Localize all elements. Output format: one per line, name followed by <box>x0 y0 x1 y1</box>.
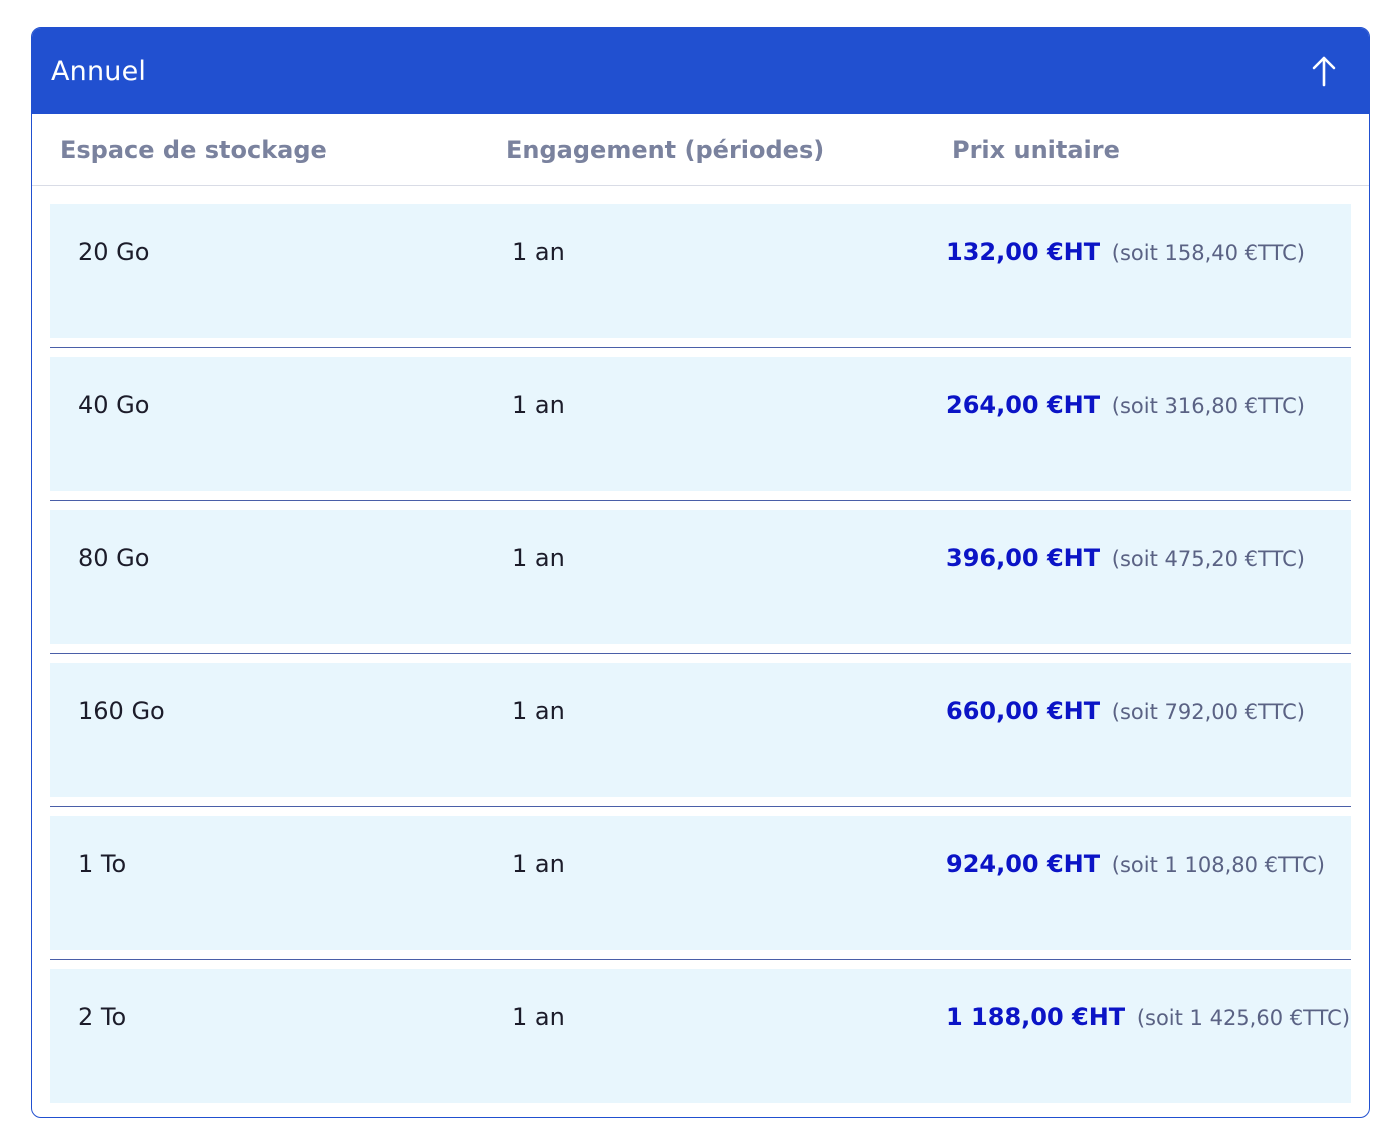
column-header-engagement: Engagement (périodes) <box>506 135 825 164</box>
cell-price: 132,00 €HT (soit 158,40 €TTC) <box>918 238 1305 266</box>
cell-price: 264,00 €HT (soit 316,80 €TTC) <box>918 391 1305 419</box>
cell-engagement: 1 an <box>512 850 565 878</box>
cell-price: 1 188,00 €HT (soit 1 425,60 €TTC) <box>918 1003 1350 1031</box>
row-divider <box>50 491 1351 510</box>
pricing-panel: Annuel Espace de stockage Engagement (pé… <box>31 27 1370 1118</box>
table-row: 1 To 1 an 924,00 €HT (soit 1 108,80 €TTC… <box>50 816 1351 950</box>
cell-engagement: 1 an <box>512 697 565 725</box>
row-divider <box>50 338 1351 357</box>
price-ht: 1 188,00 €HT <box>946 1003 1126 1031</box>
price-ttc: (soit 158,40 €TTC) <box>1111 241 1305 265</box>
table-row: 160 Go 1 an 660,00 €HT (soit 792,00 €TTC… <box>50 663 1351 797</box>
price-ttc: (soit 792,00 €TTC) <box>1111 700 1305 724</box>
cell-storage: 160 Go <box>78 697 165 725</box>
row-divider <box>50 797 1351 816</box>
cell-storage: 20 Go <box>78 238 150 266</box>
cell-storage: 40 Go <box>78 391 150 419</box>
price-ttc: (soit 1 425,60 €TTC) <box>1136 1006 1351 1030</box>
price-ht: 132,00 €HT <box>946 238 1101 266</box>
price-ttc: (soit 475,20 €TTC) <box>1111 547 1305 571</box>
table-row: 2 To 1 an 1 188,00 €HT (soit 1 425,60 €T… <box>50 969 1351 1103</box>
price-ht: 660,00 €HT <box>946 697 1101 725</box>
price-ttc: (soit 1 108,80 €TTC) <box>1111 853 1325 877</box>
cell-engagement: 1 an <box>512 1003 565 1031</box>
cell-price: 660,00 €HT (soit 792,00 €TTC) <box>918 697 1305 725</box>
panel-title: Annuel <box>51 55 147 87</box>
price-ht: 264,00 €HT <box>946 391 1101 419</box>
price-ht: 924,00 €HT <box>946 850 1101 878</box>
cell-engagement: 1 an <box>512 391 565 419</box>
row-divider <box>50 644 1351 663</box>
table-row: 40 Go 1 an 264,00 €HT (soit 316,80 €TTC) <box>50 357 1351 491</box>
table-body: 20 Go 1 an 132,00 €HT (soit 158,40 €TTC)… <box>32 186 1369 1103</box>
column-header-storage: Espace de stockage <box>60 135 327 164</box>
arrow-up-icon[interactable] <box>1309 54 1339 88</box>
table-row: 20 Go 1 an 132,00 €HT (soit 158,40 €TTC) <box>50 204 1351 338</box>
panel-header-toggle[interactable]: Annuel <box>32 28 1369 114</box>
table-header: Espace de stockage Engagement (périodes)… <box>32 114 1369 186</box>
cell-engagement: 1 an <box>512 544 565 572</box>
cell-price: 396,00 €HT (soit 475,20 €TTC) <box>918 544 1305 572</box>
cell-storage: 1 To <box>78 850 127 878</box>
row-divider <box>50 950 1351 969</box>
cell-engagement: 1 an <box>512 238 565 266</box>
price-ht: 396,00 €HT <box>946 544 1101 572</box>
price-ttc: (soit 316,80 €TTC) <box>1111 394 1305 418</box>
cell-storage: 2 To <box>78 1003 127 1031</box>
table-row: 80 Go 1 an 396,00 €HT (soit 475,20 €TTC) <box>50 510 1351 644</box>
cell-price: 924,00 €HT (soit 1 108,80 €TTC) <box>918 850 1325 878</box>
column-header-price: Prix unitaire <box>952 135 1120 164</box>
cell-storage: 80 Go <box>78 544 150 572</box>
